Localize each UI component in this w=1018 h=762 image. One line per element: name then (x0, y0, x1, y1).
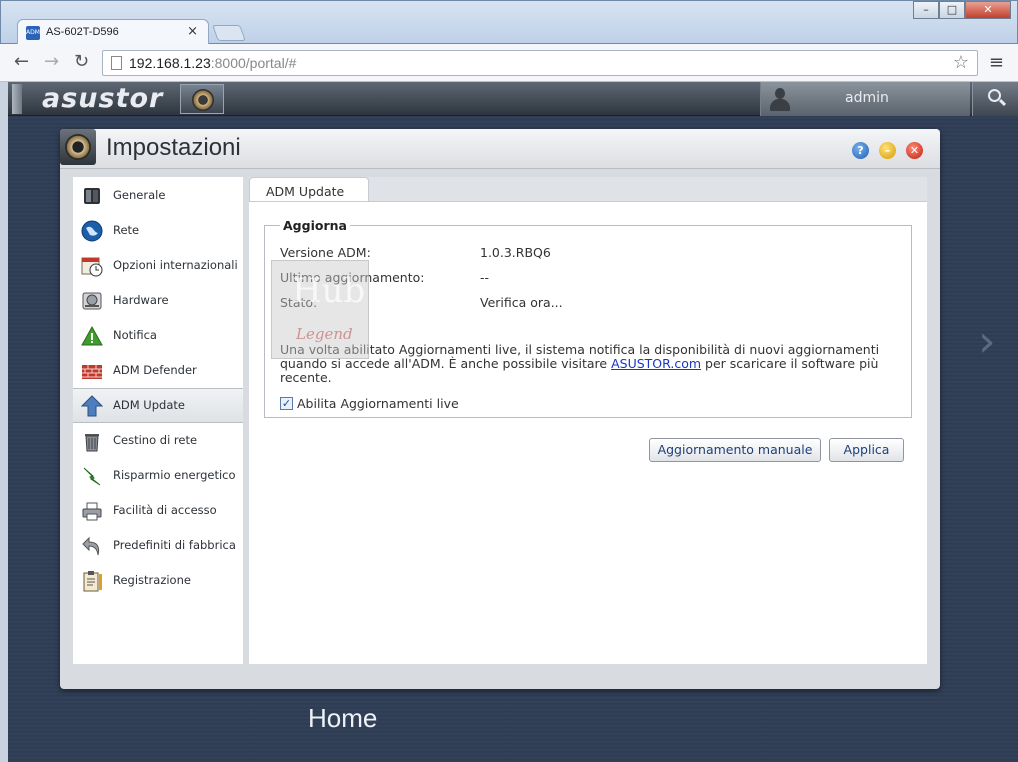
sidebar-item-label: Cestino di rete (113, 433, 198, 447)
server-icon (84, 187, 100, 204)
sidebar-item-predefiniti-di-fabbrica[interactable]: Predefiniti di fabbrica (73, 528, 243, 563)
sidebar-item-label: Opzioni internazionali (113, 258, 238, 272)
sidebar-item-label: Registrazione (113, 573, 191, 587)
info-key: Versione ADM: (280, 245, 371, 260)
user-avatar-icon (769, 86, 791, 112)
group-title: Aggiorna (280, 218, 350, 233)
window-controls: – □ ✕ (913, 1, 1011, 21)
checkbox-label: Abilita Aggiornamenti live (297, 396, 459, 411)
settings-app-shortcut[interactable] (180, 84, 224, 114)
info-value: 1.0.3.RBQ6 (480, 245, 551, 260)
sidebar-item-adm-update[interactable]: ADM Update (73, 388, 243, 423)
settings-content: ADM Update Aggiorna Versione ADM: 1.0.3.… (249, 177, 927, 664)
new-tab-button[interactable] (212, 25, 246, 41)
warning-icon (81, 325, 103, 345)
minimize-button[interactable]: – (913, 1, 939, 19)
forward-icon[interactable]: → (44, 52, 59, 72)
search-button[interactable] (972, 82, 1018, 116)
tab-title: AS-602T-D596 (46, 26, 119, 38)
tab-adm-update[interactable]: ADM Update (249, 177, 369, 203)
bookmark-star-icon[interactable]: ☆ (953, 52, 969, 73)
sidebar-item-facilita-di-accesso[interactable]: Facilità di accesso (73, 493, 243, 528)
browser-toolbar: ← → ↻ 192.168.1.23:8000/portal/# ☆ ≡ (0, 44, 1018, 82)
undo-arrow-icon (82, 536, 100, 555)
watermark-logo: Hub Legend (271, 260, 369, 359)
taskbar-grip[interactable] (12, 84, 22, 114)
sidebar-item-risparmio-energetico[interactable]: Risparmio energetico (73, 458, 243, 493)
sidebar-item-opzioni-internazionali[interactable]: Opzioni internazionali (73, 248, 243, 283)
browser-tab[interactable]: ADM AS-602T-D596 × (17, 19, 209, 45)
window-header[interactable]: Impostazioni ? – ✕ (60, 129, 940, 169)
settings-window: Impostazioni ? – ✕ Generale Rete Opzioni… (60, 129, 940, 689)
settings-gear-icon (192, 89, 214, 111)
sidebar-item-label: Generale (113, 188, 166, 202)
asustor-link[interactable]: ASUSTOR.com (611, 356, 701, 371)
sidebar-item-hardware[interactable]: Hardware (73, 283, 243, 318)
lightning-icon (83, 467, 101, 485)
check-now-link[interactable]: Verifica ora... (480, 295, 780, 310)
close-window-button[interactable]: ✕ (965, 1, 1011, 19)
close-settings-button[interactable]: ✕ (906, 142, 923, 159)
sidebar-item-label: ADM Update (113, 398, 185, 412)
favicon-icon: ADM (26, 26, 40, 40)
tab-close-icon[interactable]: × (187, 24, 198, 39)
user-menu[interactable]: admin (760, 82, 970, 116)
sidebar-item-label: Facilità di accesso (113, 503, 217, 517)
browser-menu-icon[interactable]: ≡ (989, 52, 1004, 73)
adm-topbar: asustor admin (8, 82, 1018, 116)
sidebar-item-rete[interactable]: Rete (73, 213, 243, 248)
live-update-checkbox[interactable]: ✓ (280, 397, 293, 410)
sidebar-item-generale[interactable]: Generale (73, 178, 243, 213)
sidebar-item-notifica[interactable]: Notifica (73, 318, 243, 353)
globe-icon (81, 220, 103, 241)
printer-icon (82, 502, 102, 520)
browser-titlebar: ADM AS-602T-D596 × – □ ✕ (0, 0, 1018, 45)
sidebar-item-label: Notifica (113, 328, 157, 342)
watermark-text: Hub (292, 271, 366, 311)
firewall-icon (82, 364, 102, 379)
info-value: -- (480, 270, 490, 285)
username: admin (845, 90, 889, 106)
url-text: 192.168.1.23:8000/portal/# (129, 55, 296, 71)
content-tabs: ADM Update (249, 177, 927, 203)
watermark-subtext: Legend (296, 325, 353, 343)
minimize-window-button[interactable]: – (879, 142, 896, 159)
sidebar-item-adm-defender[interactable]: ADM Defender (73, 353, 243, 388)
sidebar-item-label: Predefiniti di fabbrica (113, 538, 236, 552)
asustor-logo: asustor (42, 83, 164, 114)
next-page-icon[interactable]: › (978, 316, 996, 367)
harddisk-icon (82, 292, 102, 309)
desktop-home-label: Home (308, 703, 378, 733)
trash-icon (85, 433, 99, 451)
adm-desktop: › Home Impostazioni ? – ✕ Generale Rete … (8, 116, 1018, 762)
sidebar-item-label: Hardware (113, 293, 169, 307)
reload-icon[interactable]: ↻ (74, 52, 89, 72)
window-title: Impostazioni (106, 134, 241, 161)
maximize-button[interactable]: □ (939, 1, 965, 19)
manual-update-button[interactable]: Aggiornamento manuale (649, 438, 821, 462)
settings-window-icon (60, 129, 96, 165)
page-icon (111, 56, 122, 70)
sidebar-item-label: Risparmio energetico (113, 468, 236, 482)
url-host: 192.168.1.23 (129, 55, 211, 71)
help-button[interactable]: ? (852, 142, 869, 159)
address-bar[interactable]: 192.168.1.23:8000/portal/# ☆ (102, 50, 978, 76)
sidebar-item-registrazione[interactable]: Registrazione (73, 563, 243, 598)
back-icon[interactable]: ← (14, 52, 29, 72)
sidebar-item-label: ADM Defender (113, 363, 197, 377)
live-update-description: Una volta abilitato Aggiornamenti live, … (280, 343, 890, 385)
clipboard-icon (83, 570, 102, 591)
sidebar-item-cestino-di-rete[interactable]: Cestino di rete (73, 423, 243, 458)
live-update-option[interactable]: ✓ Abilita Aggiornamenti live (280, 396, 459, 411)
upload-arrow-icon (81, 394, 103, 416)
apply-button[interactable]: Applica (829, 438, 904, 462)
sidebar-item-label: Rete (113, 223, 140, 237)
settings-sidebar: Generale Rete Opzioni internazionali Har… (73, 177, 243, 664)
url-path: :8000/portal/# (210, 55, 297, 71)
calendar-clock-icon (81, 257, 103, 276)
